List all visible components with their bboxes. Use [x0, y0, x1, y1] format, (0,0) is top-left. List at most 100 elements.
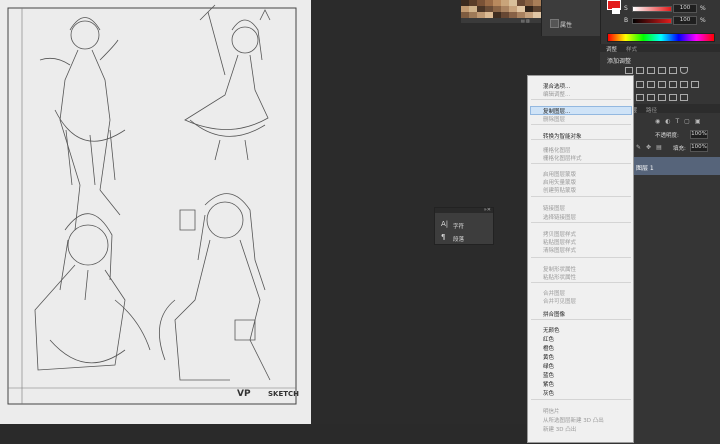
menu-item: 栅格化图层样式: [543, 156, 582, 162]
color-balance-icon[interactable]: [647, 81, 655, 88]
color-lookup-icon[interactable]: [691, 81, 699, 88]
menu-item: 拷贝图层样式: [543, 232, 577, 238]
menu-item: 合并图层: [543, 291, 566, 297]
adjustments-icon-row-2: [636, 81, 699, 88]
menu-item[interactable]: 橙色: [543, 344, 554, 352]
swatches-panel[interactable]: [461, 0, 541, 18]
menu-item: 创建剪贴蒙版: [543, 188, 577, 194]
properties-panel: 属性: [541, 0, 600, 36]
menu-item: 编辑调整...: [543, 92, 571, 98]
gradient-map-icon[interactable]: [669, 94, 677, 101]
tab-styles[interactable]: 样式: [626, 45, 637, 53]
photo-filter-icon[interactable]: [669, 81, 677, 88]
opacity-label: 不透明度:: [655, 133, 679, 139]
menu-item[interactable]: 黄色: [543, 353, 554, 361]
tab-adjustments[interactable]: 调整: [606, 45, 617, 53]
channel-b-input[interactable]: 100: [673, 16, 697, 25]
channel-b-slider[interactable]: [632, 18, 672, 24]
menu-item[interactable]: 紫色: [543, 380, 554, 388]
filter-type-icon[interactable]: T: [676, 118, 680, 125]
menu-item: 启用矢量蒙版: [543, 180, 577, 186]
background-color-swatch[interactable]: [612, 8, 620, 14]
menu-item[interactable]: 红色: [543, 335, 554, 343]
threshold-icon[interactable]: [658, 94, 666, 101]
menu-separator: [531, 319, 631, 320]
menu-item: 删除图层: [543, 117, 566, 123]
menu-item[interactable]: 蓝色: [543, 371, 554, 379]
swatches-footer: ▤ ▥: [461, 18, 541, 23]
menu-item: 从所选图层新建 3D 凸出: [543, 418, 604, 424]
brightness-icon[interactable]: [625, 67, 633, 74]
levels-icon[interactable]: [636, 67, 644, 74]
menu-item: 清除图层样式: [543, 248, 577, 254]
menu-item: 链接图层: [543, 206, 566, 212]
menu-item: 栅格化图层: [543, 148, 571, 154]
menu-item: 明信片: [543, 409, 560, 415]
fill-input[interactable]: 100%: [690, 143, 708, 152]
paragraph-icon[interactable]: ¶: [441, 234, 448, 241]
opacity-input[interactable]: 100%: [690, 130, 708, 139]
curves-icon[interactable]: [647, 67, 655, 74]
channel-mixer-icon[interactable]: [680, 81, 688, 88]
character-panel: »✕ A| 字符 ¶ 段落: [434, 207, 494, 245]
color-spectrum-bar[interactable]: [607, 33, 715, 42]
character-label[interactable]: 字符: [453, 222, 464, 230]
posterize-icon[interactable]: [647, 94, 655, 101]
channel-b-label: B: [624, 17, 629, 24]
menu-separator: [531, 399, 631, 400]
document-canvas[interactable]: VP SKETCH: [0, 0, 311, 424]
canvas-logo: VP: [237, 389, 251, 399]
menu-separator: [531, 99, 631, 100]
channel-s-input[interactable]: 100: [673, 4, 697, 13]
menu-separator: [531, 222, 631, 223]
menu-item: 复制形状属性: [543, 267, 577, 273]
collapse-close-icon[interactable]: »✕: [484, 207, 491, 213]
layer-filter-icons: ◉ ◐ T ▢ ▣: [655, 118, 701, 125]
adjustments-title: 添加调整: [607, 58, 632, 65]
exposure-icon[interactable]: [658, 67, 666, 74]
paragraph-label[interactable]: 段落: [453, 235, 464, 243]
channel-s-unit: %: [700, 5, 706, 12]
filter-adjust-icon[interactable]: ◐: [665, 118, 670, 125]
menu-item[interactable]: 混合选项...: [543, 82, 570, 90]
menu-item: 新建 3D 凸出: [543, 427, 577, 433]
line-art-illustration: VP SKETCH: [7, 4, 299, 405]
adjustments-tab-bar: [600, 44, 720, 52]
menu-item[interactable]: 拼合图像: [543, 310, 565, 318]
character-panel-header[interactable]: »✕: [435, 207, 493, 213]
gradient-triangle-icon[interactable]: [680, 67, 688, 74]
swatch-menu-icon[interactable]: ▤ ▥: [521, 18, 530, 23]
adjustments-icon-row-1: [625, 67, 688, 74]
filter-shape-icon[interactable]: ▢: [684, 118, 690, 125]
selective-color-icon[interactable]: [680, 94, 688, 101]
tab-paths[interactable]: 路径: [646, 106, 657, 114]
menu-separator: [531, 196, 631, 197]
lock-pixels-icon[interactable]: ✎: [636, 144, 641, 151]
lock-position-icon[interactable]: ✥: [646, 144, 651, 151]
menu-item: 启用图层蒙版: [543, 172, 577, 178]
properties-icon[interactable]: [550, 19, 559, 28]
menu-item: 粘贴形状属性: [543, 275, 577, 281]
lock-all-icon[interactable]: ▤: [656, 144, 662, 151]
black-white-icon[interactable]: [658, 81, 666, 88]
menu-item[interactable]: 复制图层...: [543, 107, 570, 115]
menu-item[interactable]: 转换为智能对象: [543, 132, 582, 140]
menu-item: 合并可见图层: [543, 299, 577, 305]
channel-s-slider[interactable]: [632, 6, 672, 12]
status-bar: [0, 424, 527, 443]
channel-s-label: S: [624, 5, 628, 12]
menu-item: 选择链接图层: [543, 215, 577, 221]
invert-icon[interactable]: [636, 94, 644, 101]
layer-row[interactable]: 图层 1: [626, 157, 720, 175]
hue-saturation-icon[interactable]: [636, 81, 644, 88]
filter-pixel-icon[interactable]: ◉: [655, 118, 660, 125]
menu-item[interactable]: 绿色: [543, 362, 554, 370]
character-icon[interactable]: A|: [441, 221, 448, 228]
menu-item[interactable]: 无颜色: [543, 326, 560, 334]
vibrance-icon[interactable]: [669, 67, 677, 74]
fill-label: 填充:: [673, 146, 686, 152]
menu-item: 粘贴图层样式: [543, 240, 577, 246]
menu-item[interactable]: 灰色: [543, 389, 554, 397]
properties-label: 属性: [560, 22, 573, 29]
filter-smart-icon[interactable]: ▣: [695, 118, 701, 125]
